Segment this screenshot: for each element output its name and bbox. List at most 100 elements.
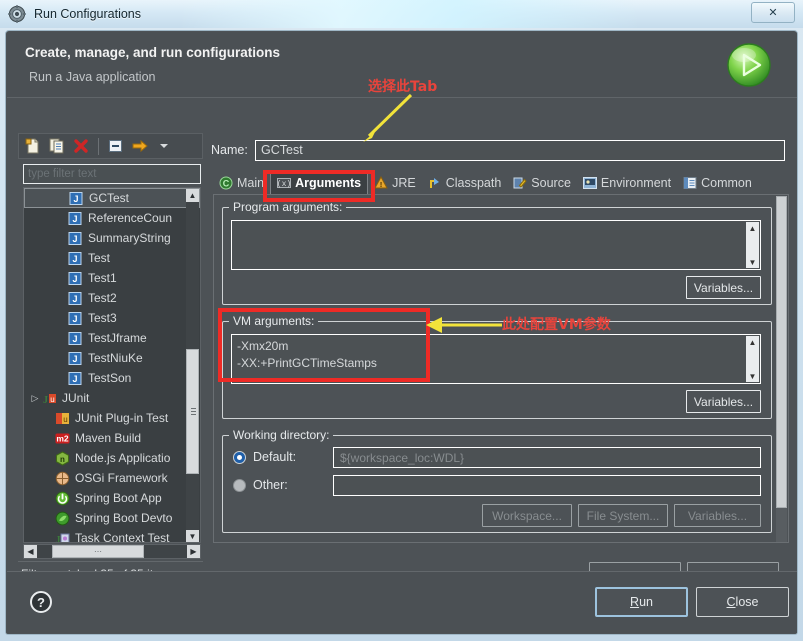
tree-item-label: SummaryString — [88, 231, 171, 245]
content-scroll-thumb[interactable] — [776, 196, 787, 508]
tree-item-spring-boot-devto[interactable]: Spring Boot Devto — [24, 508, 200, 528]
content-vertical-scrollbar[interactable] — [776, 196, 787, 542]
scroll-up-arrow-icon[interactable]: ▲ — [746, 222, 759, 234]
svg-text:J: J — [72, 214, 77, 224]
collapse-all-icon[interactable] — [106, 136, 126, 156]
tree-item-node-js-applicatio[interactable]: n Node.js Applicatio — [24, 448, 200, 468]
tab-arguments[interactable]: (x) Arguments — [270, 171, 369, 194]
tree-item-maven-build[interactable]: m2 Maven Build — [24, 428, 200, 448]
tree-item-task-context-test[interactable]: J Task Context Test — [24, 528, 200, 542]
tree-item-testson[interactable]: J TestSon — [24, 368, 200, 388]
tree-item-referencecoun[interactable]: J ReferenceCoun — [24, 208, 200, 228]
java-class-icon: J — [68, 351, 83, 366]
configurations-tree[interactable]: J GCTest J ReferenceCoun J SummaryString J Test… — [23, 187, 201, 543]
tree-item-junit[interactable]: ▷ Ju JUnit — [24, 388, 200, 408]
tree-horizontal-scrollbar[interactable]: ◀ ⋯ ▶ — [23, 544, 201, 559]
tree-scroll-thumb[interactable] — [186, 349, 199, 474]
scroll-down-arrow-icon[interactable]: ▼ — [746, 370, 759, 382]
tree-item-test2[interactable]: J Test2 — [24, 288, 200, 308]
java-class-icon: J — [68, 251, 83, 266]
tree-item-junit-plug-in-test[interactable]: u JUnit Plug-in Test — [24, 408, 200, 428]
name-label: Name: — [211, 143, 248, 157]
svg-text:J: J — [73, 194, 78, 204]
other-radio-button[interactable] — [233, 478, 246, 492]
main-tab-icon: C — [219, 176, 233, 190]
tree-item-test[interactable]: J Test — [24, 248, 200, 268]
scroll-down-arrow-icon[interactable]: ▼ — [746, 256, 759, 268]
svg-text:m2: m2 — [56, 433, 69, 443]
other-radio-label: Other: — [253, 478, 288, 492]
vm-arguments-textarea[interactable]: -Xmx20m -XX:+PrintGCTimeStamps ▲ ▼ — [231, 334, 761, 384]
java-class-icon: J — [68, 291, 83, 306]
java-class-icon: J — [68, 311, 83, 326]
java-class-icon: J — [68, 231, 83, 246]
tree-item-label: Maven Build — [75, 431, 142, 445]
new-configuration-icon[interactable] — [23, 136, 43, 156]
scroll-down-arrow-icon[interactable]: ▼ — [186, 530, 199, 542]
workspace-button[interactable]: Workspace... — [482, 504, 572, 527]
tab-main[interactable]: C Main — [213, 171, 270, 194]
tab-jre[interactable]: ! JRE — [368, 171, 422, 194]
tab-label: Classpath — [445, 175, 502, 190]
dialog-footer: ? Run Close — [7, 571, 797, 633]
tree-item-label: Spring Boot App — [75, 491, 162, 505]
tree-item-test1[interactable]: J Test1 — [24, 268, 200, 288]
tab-common[interactable]: Common — [677, 171, 758, 194]
default-radio-button[interactable] — [233, 450, 246, 464]
scroll-up-arrow-icon[interactable]: ▲ — [186, 189, 199, 202]
vm-args-variables-button[interactable]: Variables... — [686, 390, 761, 413]
window-titlebar: Run Configurations ✕ — [0, 0, 803, 28]
tree-item-test3[interactable]: J Test3 — [24, 308, 200, 328]
tree-item-label: TestSon — [88, 371, 132, 385]
tree-vertical-scrollbar[interactable]: ▲ ▼ — [186, 189, 199, 542]
tree-item-label: OSGi Framework — [75, 471, 168, 485]
vm-arguments-label: VM arguments: — [229, 314, 319, 328]
tree-item-testjframe[interactable]: J TestJframe — [24, 328, 200, 348]
chevron-down-icon[interactable] — [154, 136, 174, 156]
name-input[interactable]: GCTest — [255, 139, 785, 161]
tree-item-summarystring[interactable]: J SummaryString — [24, 228, 200, 248]
close-button[interactable]: Close — [696, 587, 789, 617]
svg-text:C: C — [223, 178, 230, 188]
working-dir-variables-button[interactable]: Variables... — [674, 504, 761, 527]
close-button-label: Close — [726, 595, 759, 609]
help-question-icon[interactable]: ? — [29, 590, 53, 614]
tab-environment[interactable]: Environment — [577, 171, 677, 194]
junit-plugin-icon: u — [55, 411, 70, 426]
vm-args-scrollbar[interactable]: ▲ ▼ — [746, 336, 759, 382]
java-class-icon: J — [68, 371, 83, 386]
tree-hscroll-thumb[interactable]: ⋯ — [52, 545, 144, 558]
tree-item-label: TestNiuKe — [88, 351, 143, 365]
filter-launch-icon[interactable] — [130, 136, 150, 156]
delete-configuration-icon[interactable] — [71, 136, 91, 156]
program-args-variables-button[interactable]: Variables... — [686, 276, 761, 299]
default-directory-radio-row[interactable]: Default: — [233, 450, 296, 464]
tree-item-osgi-framework[interactable]: OSGi Framework — [24, 468, 200, 488]
jre-tab-icon: ! — [374, 175, 388, 190]
tree-item-gctest[interactable]: J GCTest — [24, 188, 200, 208]
scroll-right-arrow-icon[interactable]: ▶ — [187, 545, 200, 558]
tree-item-testniuke[interactable]: J TestNiuKe — [24, 348, 200, 368]
program-arguments-textarea[interactable]: ▲ ▼ — [231, 220, 761, 270]
duplicate-configuration-icon[interactable] — [47, 136, 67, 156]
other-directory-field[interactable] — [333, 475, 761, 496]
file-system-button[interactable]: File System... — [578, 504, 668, 527]
tab-label: JRE — [392, 175, 416, 190]
run-button[interactable]: Run — [595, 587, 688, 617]
tab-label: Main — [237, 175, 265, 190]
program-args-scrollbar[interactable]: ▲ ▼ — [746, 222, 759, 268]
filter-input[interactable]: type filter text — [23, 164, 201, 184]
tab-source[interactable]: Source — [507, 171, 577, 194]
close-window-button[interactable]: ✕ — [751, 2, 795, 23]
tree-item-spring-boot-app[interactable]: Spring Boot App — [24, 488, 200, 508]
tab-classpath[interactable]: Classpath — [422, 171, 508, 194]
expand-twisty-icon[interactable]: ▷ — [28, 393, 42, 404]
tree-item-label: Test1 — [88, 271, 117, 285]
tree-item-label: TestJframe — [88, 331, 147, 345]
configurations-panel: type filter text J GCTest J ReferenceCoun J S… — [18, 103, 203, 581]
scroll-up-arrow-icon[interactable]: ▲ — [746, 336, 759, 348]
tree-item-label: ReferenceCoun — [88, 211, 173, 225]
other-directory-radio-row[interactable]: Other: — [233, 478, 288, 492]
tree-toolbar — [18, 133, 203, 159]
scroll-left-arrow-icon[interactable]: ◀ — [24, 545, 37, 558]
